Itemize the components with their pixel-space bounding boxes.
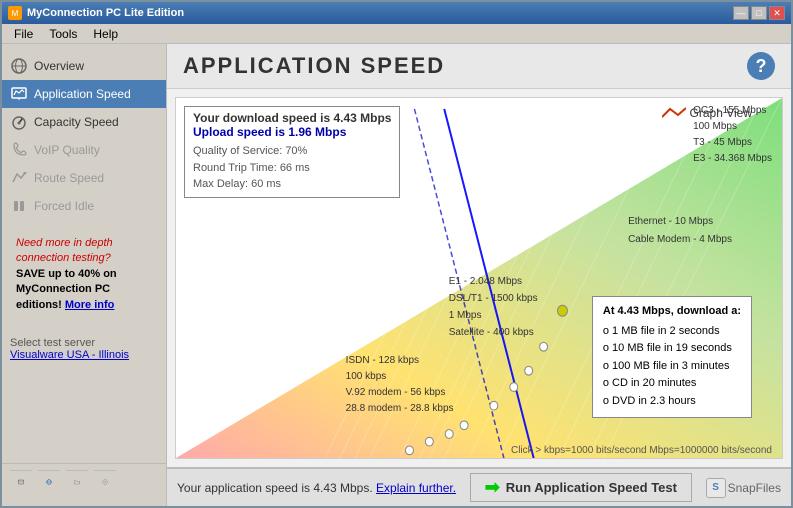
sidebar: Overview Application Speed Capacity Spee… bbox=[2, 44, 167, 506]
page-title: APPLICATION SPEED bbox=[183, 53, 445, 79]
sidebar-item-capacity-speed[interactable]: Capacity Speed bbox=[2, 108, 166, 136]
sidebar-bottom: ? bbox=[2, 463, 166, 498]
menu-tools[interactable]: Tools bbox=[41, 25, 85, 43]
chart-container: Your download speed is 4.43 Mbps Upload … bbox=[167, 89, 791, 467]
di-item-2: o 10 MB file in 19 seconds bbox=[603, 340, 741, 358]
label-e1: E1 - 2.048 Mbps bbox=[449, 273, 538, 290]
label-v92: V.92 modem - 56 kbps bbox=[346, 385, 454, 401]
chart-labels-lower: ISDN - 128 kbps 100 kbps V.92 modem - 56… bbox=[346, 353, 454, 417]
sidebar-item-voip[interactable]: VoIP Quality bbox=[2, 136, 166, 164]
label-1mbps: 1 Mbps bbox=[449, 307, 538, 324]
route-icon bbox=[10, 169, 28, 187]
folder-button[interactable] bbox=[66, 470, 88, 492]
di-item-5: o DVD in 2.3 hours bbox=[603, 393, 741, 411]
promo-box: Need more in depth connection testing? S… bbox=[10, 230, 158, 319]
chart-labels-mid: Ethernet - 10 Mbps Cable Modem - 4 Mbps bbox=[628, 213, 732, 249]
gauge-icon bbox=[10, 113, 28, 131]
label-288: 28.8 modem - 28.8 kbps bbox=[346, 401, 454, 417]
sidebar-item-overview-label: Overview bbox=[34, 59, 84, 73]
main-window: M MyConnection PC Lite Edition — □ ✕ Fil… bbox=[0, 0, 793, 508]
download-info-box: At 4.43 Mbps, download a: o 1 MB file in… bbox=[592, 296, 752, 418]
label-oc3: OC3 - 155 Mbps bbox=[693, 103, 772, 119]
server-link[interactable]: Visualware USA - Illinois bbox=[10, 349, 158, 361]
sidebar-item-app-speed[interactable]: Application Speed bbox=[2, 80, 166, 108]
label-dsl: DSL/T1 - 1500 kbps bbox=[449, 290, 538, 307]
speed-result-text: Your application speed is 4.43 Mbps. bbox=[177, 481, 373, 495]
svg-text:?: ? bbox=[104, 480, 106, 484]
sidebar-help-button[interactable]: ? bbox=[94, 470, 116, 492]
speed-info-box: Your download speed is 4.43 Mbps Upload … bbox=[184, 106, 400, 198]
promo-save-text: SAVE up to 40% on MyConnection PC editio… bbox=[16, 267, 152, 313]
run-test-button[interactable]: ➡ Run Application Speed Test bbox=[470, 473, 692, 502]
sidebar-item-overview[interactable]: Overview bbox=[2, 52, 166, 80]
bottom-bar: Your application speed is 4.43 Mbps. Exp… bbox=[167, 467, 791, 506]
label-100mbps: 100 Mbps bbox=[693, 119, 772, 135]
sidebar-item-route-speed-label: Route Speed bbox=[34, 171, 104, 185]
maximize-button[interactable]: □ bbox=[751, 6, 767, 20]
window-controls: — □ ✕ bbox=[733, 6, 785, 20]
menubar: File Tools Help bbox=[2, 24, 791, 44]
globe-icon bbox=[10, 57, 28, 75]
qos-label: Quality of Service: 70% bbox=[193, 143, 391, 160]
monitor-icon bbox=[10, 85, 28, 103]
app-icon: M bbox=[8, 6, 22, 20]
chart-note: Click > kbps=1000 bits/second Mbps=10000… bbox=[511, 445, 772, 456]
bottom-speed-text: Your application speed is 4.43 Mbps. Exp… bbox=[177, 481, 456, 495]
sidebar-item-app-speed-label: Application Speed bbox=[34, 87, 131, 101]
label-100kbps: 100 kbps bbox=[346, 369, 454, 385]
web-button[interactable] bbox=[38, 470, 60, 492]
email-button[interactable] bbox=[10, 470, 32, 492]
label-satellite: Satellite - 400 kbps bbox=[449, 324, 538, 341]
download-speed-label: Your download speed is 4.43 Mbps bbox=[193, 111, 391, 125]
graph-view-icon bbox=[662, 107, 686, 119]
content-area: APPLICATION SPEED ? bbox=[167, 44, 791, 506]
label-t3: T3 - 45 Mbps bbox=[693, 135, 772, 151]
delay-label: Max Delay: 60 ms bbox=[193, 176, 391, 193]
sidebar-item-forced-idle[interactable]: Forced Idle bbox=[2, 192, 166, 220]
content-header: APPLICATION SPEED ? bbox=[167, 44, 791, 89]
main-area: Overview Application Speed Capacity Spee… bbox=[2, 44, 791, 506]
menu-file[interactable]: File bbox=[6, 25, 41, 43]
run-test-label: Run Application Speed Test bbox=[506, 480, 677, 495]
download-info-title: At 4.43 Mbps, download a: bbox=[603, 303, 741, 321]
di-item-3: o 100 MB file in 3 minutes bbox=[603, 358, 741, 376]
sidebar-item-route-speed[interactable]: Route Speed bbox=[2, 164, 166, 192]
minimize-button[interactable]: — bbox=[733, 6, 749, 20]
more-info-link[interactable]: More info bbox=[65, 299, 115, 311]
run-test-arrow-icon: ➡ bbox=[485, 477, 500, 498]
upload-speed-label: Upload speed is 1.96 Mbps bbox=[193, 125, 391, 139]
label-e3: E3 - 34.368 Mbps bbox=[693, 151, 772, 167]
label-cable: Cable Modem - 4 Mbps bbox=[628, 231, 732, 249]
window-title: MyConnection PC Lite Edition bbox=[27, 7, 733, 19]
snapfiles-text: SnapFiles bbox=[728, 481, 781, 495]
snapfiles-logo: S SnapFiles bbox=[706, 478, 781, 498]
di-item-1: o 1 MB file in 2 seconds bbox=[603, 323, 741, 341]
help-button[interactable]: ? bbox=[747, 52, 775, 80]
chart-labels-center: E1 - 2.048 Mbps DSL/T1 - 1500 kbps 1 Mbp… bbox=[449, 273, 538, 341]
phone-icon bbox=[10, 141, 28, 159]
snapfiles-icon: S bbox=[706, 478, 726, 498]
close-button[interactable]: ✕ bbox=[769, 6, 785, 20]
di-item-4: o CD in 20 minutes bbox=[603, 375, 741, 393]
sidebar-item-forced-idle-label: Forced Idle bbox=[34, 199, 94, 213]
speed-details: Quality of Service: 70% Round Trip Time:… bbox=[193, 143, 391, 193]
chart-area: Your download speed is 4.43 Mbps Upload … bbox=[175, 97, 783, 459]
rtt-label: Round Trip Time: 66 ms bbox=[193, 160, 391, 177]
sidebar-item-capacity-speed-label: Capacity Speed bbox=[34, 115, 119, 129]
label-isdn: ISDN - 128 kbps bbox=[346, 353, 454, 369]
server-select-container: Select test server Visualware USA - Illi… bbox=[10, 337, 158, 361]
chart-labels-right: OC3 - 155 Mbps 100 Mbps T3 - 45 Mbps E3 … bbox=[693, 103, 772, 167]
menu-help[interactable]: Help bbox=[85, 25, 126, 43]
label-ethernet: Ethernet - 10 Mbps bbox=[628, 213, 732, 231]
promo-text1: Need more in depth connection testing? bbox=[16, 236, 152, 267]
pause-icon bbox=[10, 197, 28, 215]
sidebar-item-voip-label: VoIP Quality bbox=[34, 143, 100, 157]
server-select-label: Select test server bbox=[10, 337, 158, 349]
explain-link[interactable]: Explain further. bbox=[376, 481, 456, 495]
titlebar: M MyConnection PC Lite Edition — □ ✕ bbox=[2, 2, 791, 24]
